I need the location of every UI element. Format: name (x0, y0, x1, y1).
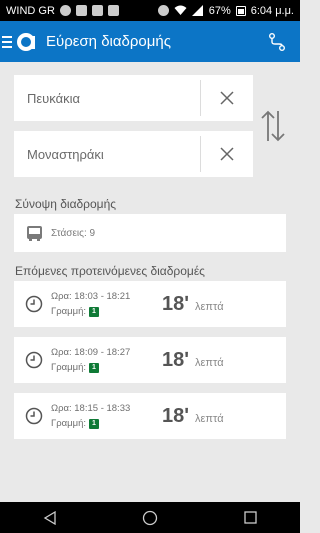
from-input[interactable]: Πευκάκια (14, 91, 200, 106)
status-left: WIND GR (6, 5, 119, 17)
to-input[interactable]: Μοναστηράκι (14, 147, 200, 162)
line-badge: 1 (89, 362, 99, 373)
route-time: Ωρα: 18:03 - 18:21 (51, 291, 131, 302)
from-field[interactable]: Πευκάκια (14, 75, 253, 121)
back-button[interactable] (30, 502, 70, 533)
route-line: Γραμμή: 1 (51, 362, 151, 373)
page-title: Εύρεση διαδρομής (46, 33, 171, 50)
clear-from-button[interactable] (201, 75, 253, 121)
route-info: Ωρα: 18:15 - 18:33 Γραμμή: 1 (51, 403, 151, 429)
app-bar: Εύρεση διαδρομής (0, 21, 300, 62)
recents-button[interactable] (230, 502, 270, 533)
battery-percent: 67% (208, 4, 231, 17)
home-icon (142, 510, 158, 525)
status-right: 67% 6:04 μ.μ. (157, 4, 294, 17)
route-card[interactable]: Ωρα: 18:09 - 18:27 Γραμμή: 1 18ʹ λεπτά (14, 337, 286, 383)
line-label: Γραμμή: (51, 418, 86, 429)
duration: 18ʹ λεπτά (162, 405, 224, 428)
duration-value: 18ʹ (162, 348, 190, 371)
notification-icon (59, 5, 71, 16)
swap-button[interactable] (258, 108, 288, 144)
route-time: Ωρα: 18:09 - 18:27 (51, 347, 131, 358)
duration-value: 18ʹ (162, 292, 190, 315)
clear-to-button[interactable] (201, 131, 253, 177)
back-icon (43, 510, 56, 525)
duration: 18ʹ λεπτά (162, 349, 224, 372)
duration: 18ʹ λεπτά (162, 293, 224, 316)
route-map-icon[interactable] (266, 31, 288, 53)
recents-icon (243, 511, 257, 524)
route-card[interactable]: Ωρα: 18:15 - 18:33 Γραμμή: 1 18ʹ λεπτά (14, 393, 286, 439)
notification-icon (91, 5, 103, 16)
system-nav-bar (0, 502, 300, 533)
bus-icon (26, 225, 43, 242)
duration-unit: λεπτά (195, 412, 224, 425)
battery-icon (235, 5, 246, 16)
duration-unit: λεπτά (195, 300, 224, 313)
duration-value: 18ʹ (162, 404, 190, 427)
alarm-icon (157, 5, 169, 16)
carrier-label: WIND GR (6, 4, 55, 17)
suggested-title: Επόμενες προτεινόμενες διαδρομές (15, 264, 205, 278)
route-info: Ωρα: 18:03 - 18:21 Γραμμή: 1 (51, 291, 151, 317)
line-badge: 1 (89, 418, 99, 429)
clock-icon (25, 407, 43, 425)
notification-icon (75, 5, 87, 16)
route-time: Ωρα: 18:15 - 18:33 (51, 403, 131, 414)
wifi-icon (174, 5, 187, 15)
status-bar: WIND GR 67% 6:04 μ.μ. (0, 0, 300, 21)
summary-card: Στάσεις: 9 (14, 214, 286, 252)
home-button[interactable] (130, 502, 170, 533)
summary-title: Σύνοψη διαδρομής (15, 197, 117, 211)
route-info: Ωρα: 18:09 - 18:27 Γραμμή: 1 (51, 347, 151, 373)
app-logo-icon (16, 31, 38, 53)
clock-icon (25, 351, 43, 369)
line-label: Γραμμή: (51, 306, 86, 317)
stops-count: Στάσεις: 9 (51, 227, 96, 239)
route-line: Γραμμή: 1 (51, 418, 151, 429)
line-label: Γραμμή: (51, 362, 86, 373)
line-badge: 1 (89, 306, 99, 317)
route-card[interactable]: Ωρα: 18:03 - 18:21 Γραμμή: 1 18ʹ λεπτά (14, 281, 286, 327)
clock-icon (25, 295, 43, 313)
swap-icon (261, 110, 285, 142)
clear-icon (220, 147, 234, 161)
notification-icon (107, 5, 119, 16)
clear-icon (220, 91, 234, 105)
duration-unit: λεπτά (195, 356, 224, 369)
to-field[interactable]: Μοναστηράκι (14, 131, 253, 177)
menu-icon[interactable] (0, 21, 14, 62)
signal-icon (191, 5, 203, 16)
route-line: Γραμμή: 1 (51, 306, 151, 317)
clock-time: 6:04 μ.μ. (250, 4, 294, 17)
